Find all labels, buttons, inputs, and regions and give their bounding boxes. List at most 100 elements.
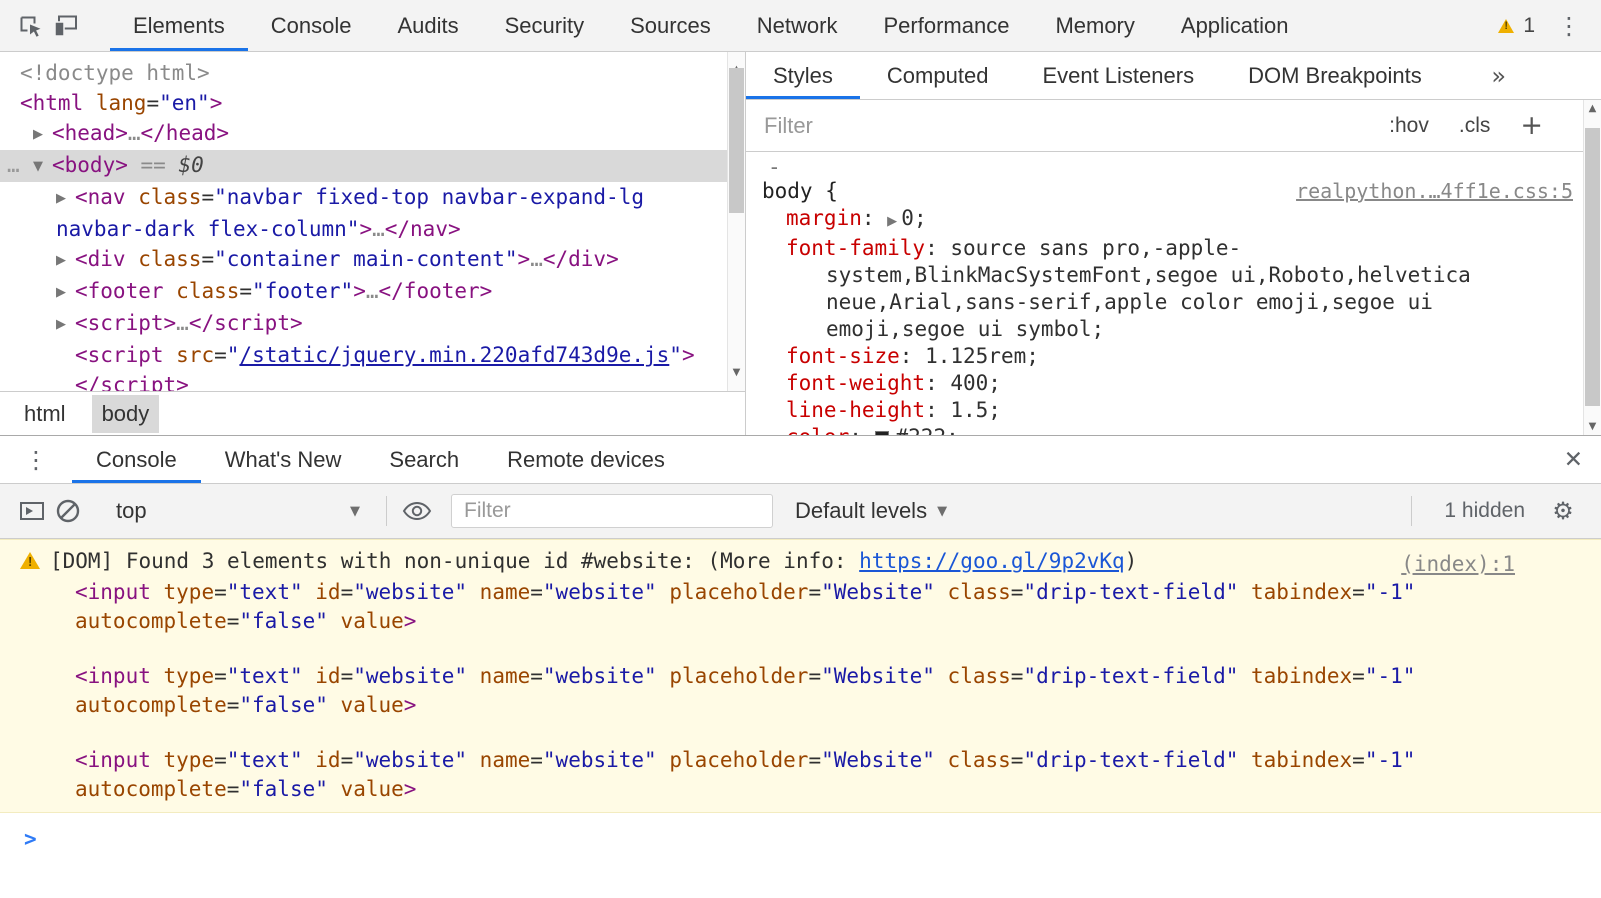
code-token <box>328 777 341 801</box>
dom-node[interactable]: ▶<div class="container main-content">…</… <box>0 244 745 276</box>
console-logged-element[interactable]: <input type="text" id="website" name="we… <box>0 746 1601 804</box>
console-settings-gear-icon[interactable]: ⚙ <box>1545 493 1581 529</box>
inline-link[interactable]: /static/jquery.min.220afd743d9e.js <box>239 343 669 367</box>
code-token: placeholder <box>669 664 808 688</box>
customize-devtools-menu-icon[interactable]: ⋮ <box>1551 8 1587 44</box>
stylesheet-source-link[interactable]: realpython.…4ff1e.css:5 <box>1296 178 1573 205</box>
inline-link[interactable]: https://goo.gl/9p2vKq <box>859 549 1125 573</box>
code-token: <html <box>20 91 83 115</box>
code-token: id <box>315 748 340 772</box>
console-toolbar-right: 1 hidden ⚙ <box>1399 493 1581 529</box>
sidebar-tab-dom-breakpoints[interactable]: DOM Breakpoints <box>1221 52 1449 99</box>
dom-node[interactable]: </script> <box>0 370 745 391</box>
css-selector[interactable]: body { <box>762 178 838 205</box>
scroll-down-arrow-icon[interactable]: ▼ <box>728 358 745 388</box>
drawer-tab-remote-devices[interactable]: Remote devices <box>483 436 689 483</box>
elements-scrollbar[interactable]: ▲ ▼ <box>727 52 745 391</box>
code-token: = <box>808 580 821 604</box>
new-style-rule-button[interactable]: + <box>1520 110 1543 141</box>
code-token: class <box>176 279 239 303</box>
overflow-tabs-button[interactable]: » <box>1491 62 1506 90</box>
pseudo-state-toggle-button[interactable]: :hov <box>1389 114 1429 138</box>
panel-tab-sources[interactable]: Sources <box>607 0 734 51</box>
console-logged-element[interactable]: <input type="text" id="website" name="we… <box>0 662 1601 720</box>
code-token: $0 <box>178 153 203 177</box>
code-token: "false" <box>239 777 328 801</box>
styles-scrollbar[interactable]: ▲ ▼ <box>1583 100 1601 435</box>
panel-tab-console[interactable]: Console <box>248 0 375 51</box>
drawer-tab-search[interactable]: Search <box>365 436 483 483</box>
breadcrumb-html[interactable]: html <box>14 395 76 433</box>
drawer-tab-what-s-new[interactable]: What's New <box>201 436 366 483</box>
dom-node[interactable]: <!doctype html> <box>0 58 745 88</box>
collapse-arrow-icon[interactable]: ▼ <box>33 152 52 182</box>
dom-node[interactable]: ▶<nav class="navbar fixed-top navbar-exp… <box>0 182 745 244</box>
console-filter-input[interactable] <box>451 494 773 528</box>
close-drawer-button[interactable]: ✕ <box>1564 447 1583 473</box>
dom-node[interactable]: <script src="/static/jquery.min.220afd74… <box>0 340 745 370</box>
panel-tab-audits[interactable]: Audits <box>374 0 481 51</box>
log-levels-dropdown[interactable]: Default levels ▼ <box>795 498 947 524</box>
message-source-link[interactable]: (index):1 <box>1401 549 1515 579</box>
breadcrumb-body[interactable]: body <box>92 395 160 433</box>
chevron-down-icon: ▼ <box>937 504 947 519</box>
scrollbar-thumb[interactable] <box>1585 128 1600 406</box>
code-token: margin <box>786 206 862 230</box>
panel-tab-memory[interactable]: Memory <box>1032 0 1157 51</box>
dom-node[interactable]: ▶<head>…</head> <box>0 118 745 150</box>
console-sidebar-toggle-button[interactable] <box>14 493 50 529</box>
css-declaration[interactable]: font-size: 1.125rem; <box>786 343 1573 370</box>
scroll-up-arrow-icon[interactable]: ▲ <box>1584 103 1601 114</box>
expand-arrow-icon[interactable]: ▶ <box>33 120 52 150</box>
sidebar-tab-styles[interactable]: Styles <box>746 52 860 99</box>
live-expression-button[interactable] <box>399 493 435 529</box>
sidebar-tab-computed[interactable]: Computed <box>860 52 1016 99</box>
scroll-down-arrow-icon[interactable]: ▼ <box>1584 421 1601 432</box>
toggle-device-toolbar-button[interactable] <box>48 8 84 44</box>
code-token: "footer" <box>252 279 353 303</box>
console-prompt[interactable]: > <box>0 813 1601 854</box>
dom-node[interactable]: …▼<body> == $0 <box>0 150 745 182</box>
expand-arrow-icon[interactable]: ▶ <box>56 246 75 276</box>
panel-tab-network[interactable]: Network <box>734 0 861 51</box>
code-token: : 400; <box>925 371 1001 395</box>
execution-context-selector[interactable]: top ▼ <box>102 498 374 524</box>
scrollbar-thumb[interactable] <box>729 68 744 213</box>
code-token: type <box>164 748 215 772</box>
css-declaration[interactable]: color: #222; <box>786 424 1573 435</box>
expand-arrow-icon[interactable]: ▶ <box>56 278 75 308</box>
code-token: … <box>372 217 385 241</box>
element-classes-toggle-button[interactable]: .cls <box>1459 114 1491 138</box>
code-token: = <box>146 91 159 115</box>
code-token: = <box>227 609 240 633</box>
console-warning-message[interactable]: [DOM] Found 3 elements with non-unique i… <box>0 544 1601 576</box>
clipped-rule-text: - <box>762 154 1573 176</box>
code-token <box>303 664 316 688</box>
code-token: == <box>128 153 179 177</box>
clear-console-button[interactable] <box>50 493 86 529</box>
styles-filter-input[interactable] <box>764 113 1389 139</box>
expand-arrow-icon[interactable]: ▶ <box>56 310 75 340</box>
drawer-menu-icon[interactable]: ⋮ <box>18 442 54 478</box>
expand-arrow-icon[interactable]: ▶ <box>56 184 75 214</box>
drawer-tab-console[interactable]: Console <box>72 436 201 483</box>
code-token: ▶ <box>887 214 901 229</box>
css-declaration[interactable]: font-family: source sans pro,-apple-syst… <box>786 235 1573 343</box>
panel-tab-elements[interactable]: Elements <box>110 0 248 51</box>
code-token: font-weight <box>786 371 925 395</box>
dom-node[interactable]: ▶<script>…</script> <box>0 308 745 340</box>
panel-tab-security[interactable]: Security <box>482 0 607 51</box>
browser-warnings-button[interactable]: 1 <box>1498 14 1535 38</box>
panel-tab-application[interactable]: Application <box>1158 0 1312 51</box>
sidebar-tab-event-listeners[interactable]: Event Listeners <box>1015 52 1221 99</box>
dom-node[interactable]: ▶<footer class="footer">…</footer> <box>0 276 745 308</box>
console-logged-element[interactable]: <input type="text" id="website" name="we… <box>0 578 1601 636</box>
css-declaration[interactable]: margin: ▶ 0; <box>786 205 1573 235</box>
panel-tab-performance[interactable]: Performance <box>860 0 1032 51</box>
css-declaration[interactable]: line-height: 1.5; <box>786 397 1573 424</box>
css-declaration[interactable]: font-weight: 400; <box>786 370 1573 397</box>
hidden-messages-count[interactable]: 1 hidden <box>1444 499 1525 523</box>
code-token: "website" <box>353 748 467 772</box>
dom-node[interactable]: <html lang="en"> <box>0 88 745 118</box>
inspect-element-button[interactable] <box>12 8 48 44</box>
